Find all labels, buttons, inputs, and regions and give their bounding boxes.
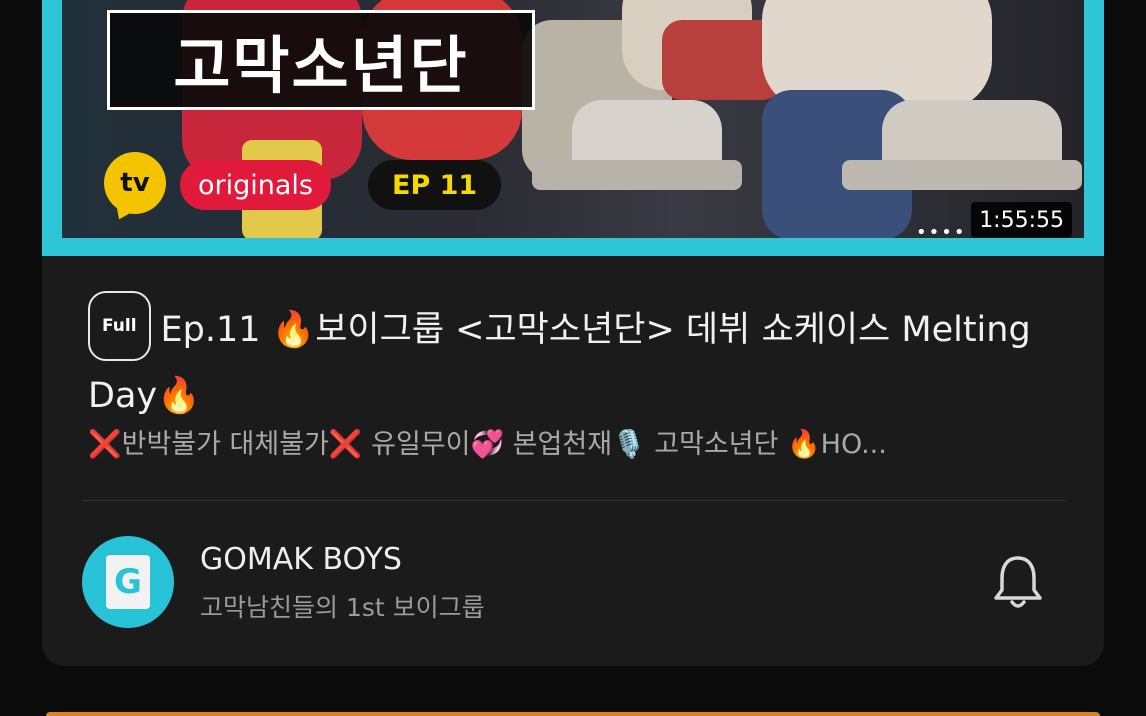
tv-logo-icon: tv (104, 152, 166, 214)
full-badge: Full (88, 291, 151, 361)
divider (82, 500, 1066, 501)
channel-name[interactable]: GOMAK BOYS (200, 542, 402, 577)
video-card[interactable]: 고막소년단 tv originals EP 11 •••• 1:55:55 Fu… (42, 0, 1104, 666)
video-title-text: Ep.11 🔥보이그룹 <고막소년단> 데뷔 쇼케이스 Melting Day🔥 (88, 310, 1031, 416)
tv-logo-text: tv (120, 168, 150, 198)
duration-badge: 1:55:55 (971, 202, 1072, 238)
bell-icon[interactable] (992, 552, 1044, 612)
originals-badge: originals (180, 160, 331, 210)
show-title: 고막소년단 (173, 29, 469, 102)
video-thumbnail[interactable]: 고막소년단 tv originals EP 11 •••• 1:55:55 (62, 0, 1084, 238)
thumbnail-art (842, 160, 1082, 190)
channel-avatar[interactable]: G (82, 536, 174, 628)
thumbnail-art (532, 160, 742, 190)
more-dots-icon: •••• (916, 222, 967, 238)
video-description[interactable]: ❌반박불가 대체불가❌ 유일무이💞 본업천재🎙️ 고막소년단 🔥HO... (88, 422, 1048, 461)
show-title-box: 고막소년단 (107, 10, 535, 110)
episode-badge: EP 11 (368, 160, 502, 210)
next-card-edge (46, 712, 1100, 716)
channel-avatar-logo: G (106, 555, 150, 609)
video-title[interactable]: Full Ep.11 🔥보이그룹 <고막소년단> 데뷔 쇼케이스 Melting … (88, 291, 1068, 426)
thumbnail-frame[interactable]: 고막소년단 tv originals EP 11 •••• 1:55:55 (42, 0, 1104, 256)
channel-subtitle: 고막남친들의 1st 보이그룹 (200, 593, 485, 622)
